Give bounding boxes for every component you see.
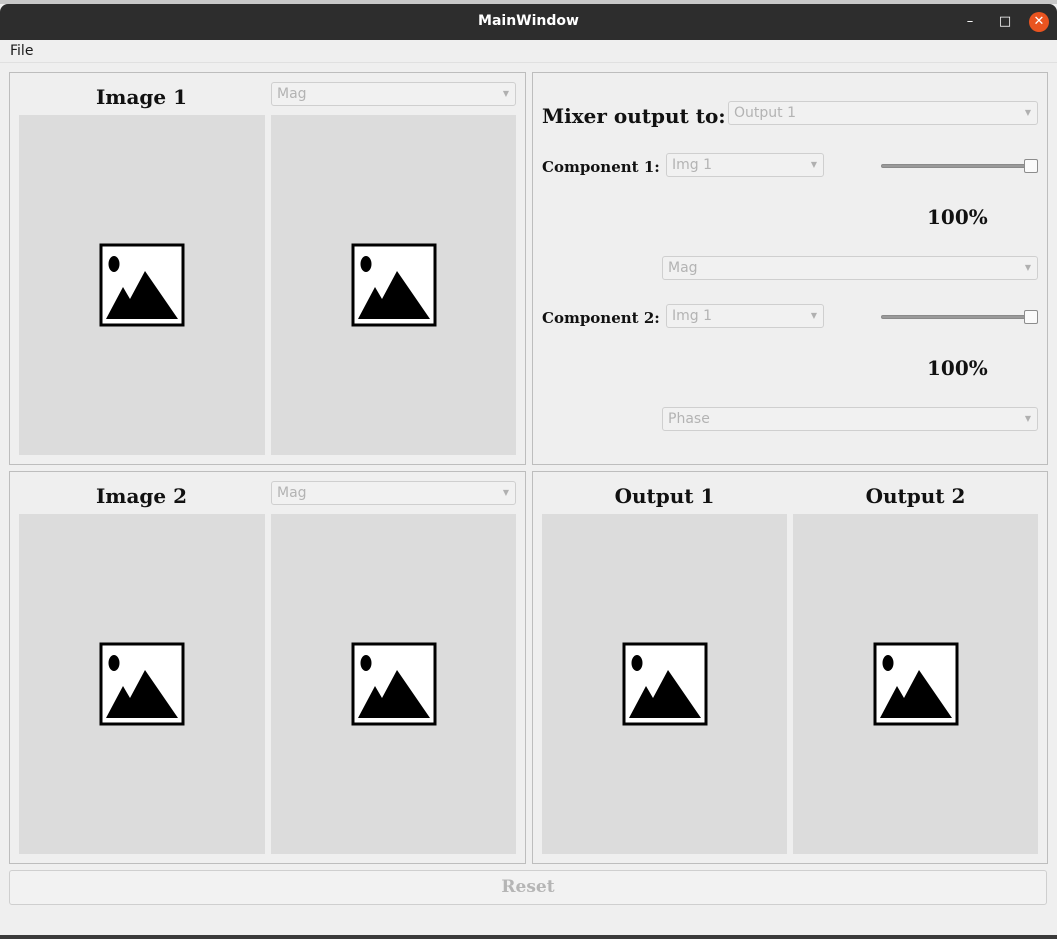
image-placeholder-icon xyxy=(99,243,185,327)
image-placeholder-icon xyxy=(351,642,436,726)
outputs-panel: Output 1 Output 2 xyxy=(532,471,1048,864)
chevron-down-icon: ▼ xyxy=(1024,263,1031,272)
mixer-panel: Mixer output to: Output 1 ▼ Component 1:… xyxy=(532,72,1048,465)
image1-component-view[interactable] xyxy=(271,115,516,455)
desktop-strip-bottom xyxy=(0,935,1061,939)
component1-image-select[interactable]: Img 1 ▼ xyxy=(666,153,824,177)
image-placeholder-icon xyxy=(351,243,436,327)
slider-handle[interactable] xyxy=(1024,310,1038,324)
image1-title: Image 1 xyxy=(95,85,188,109)
image-placeholder-icon xyxy=(622,642,707,726)
chevron-down-icon: ▼ xyxy=(1024,414,1031,423)
component2-percent: 100% xyxy=(927,356,988,380)
close-icon: ✕ xyxy=(1033,14,1045,29)
image1-panel: Image 1 Mag ▼ xyxy=(9,72,526,465)
image-placeholder-icon xyxy=(873,642,958,726)
slider-track xyxy=(881,315,1034,319)
image2-component-view[interactable] xyxy=(271,514,516,854)
maximize-button[interactable]: □ xyxy=(995,12,1015,32)
chevron-down-icon: ▼ xyxy=(810,311,817,320)
slider-track xyxy=(881,164,1034,168)
output2-view[interactable] xyxy=(793,514,1038,854)
component2-label: Component 2: xyxy=(542,309,660,327)
main-window: MainWindow – □ ✕ File Image 1 Mag ▼ Mixe… xyxy=(0,0,1061,939)
reset-button[interactable]: Reset xyxy=(9,870,1047,905)
close-button[interactable]: ✕ xyxy=(1029,12,1049,32)
chevron-down-icon: ▼ xyxy=(502,89,509,98)
slider-handle[interactable] xyxy=(1024,159,1038,173)
component2-type-select[interactable]: Phase ▼ xyxy=(662,407,1038,431)
output1-title: Output 1 xyxy=(614,484,715,508)
window-title: MainWindow xyxy=(478,13,579,29)
title-bar[interactable]: MainWindow – □ ✕ xyxy=(0,4,1057,40)
chevron-down-icon: ▼ xyxy=(502,488,509,497)
component1-slider[interactable] xyxy=(881,159,1038,173)
image2-component-select[interactable]: Mag ▼ xyxy=(271,481,516,505)
component1-type-select[interactable]: Mag ▼ xyxy=(662,256,1038,280)
minimize-button[interactable]: – xyxy=(960,12,980,32)
image2-title: Image 2 xyxy=(95,484,188,508)
desktop-strip-right xyxy=(1057,0,1061,939)
component2-image-select[interactable]: Img 1 ▼ xyxy=(666,304,824,328)
image2-original-view[interactable] xyxy=(19,514,265,854)
image2-panel: Image 2 Mag ▼ xyxy=(9,471,526,864)
component1-percent: 100% xyxy=(927,205,988,229)
image1-component-select[interactable]: Mag ▼ xyxy=(271,82,516,106)
component2-slider[interactable] xyxy=(881,310,1038,324)
menu-file[interactable]: File xyxy=(10,43,33,59)
image1-original-view[interactable] xyxy=(19,115,265,455)
mixer-output-label: Mixer output to: xyxy=(542,104,726,128)
mixer-output-select[interactable]: Output 1 ▼ xyxy=(728,101,1038,125)
chevron-down-icon: ▼ xyxy=(1024,108,1031,117)
component1-label: Component 1: xyxy=(542,158,660,176)
output1-view[interactable] xyxy=(542,514,787,854)
menu-bar: File xyxy=(0,40,1057,63)
chevron-down-icon: ▼ xyxy=(810,160,817,169)
output2-title: Output 2 xyxy=(865,484,966,508)
image-placeholder-icon xyxy=(99,642,185,726)
